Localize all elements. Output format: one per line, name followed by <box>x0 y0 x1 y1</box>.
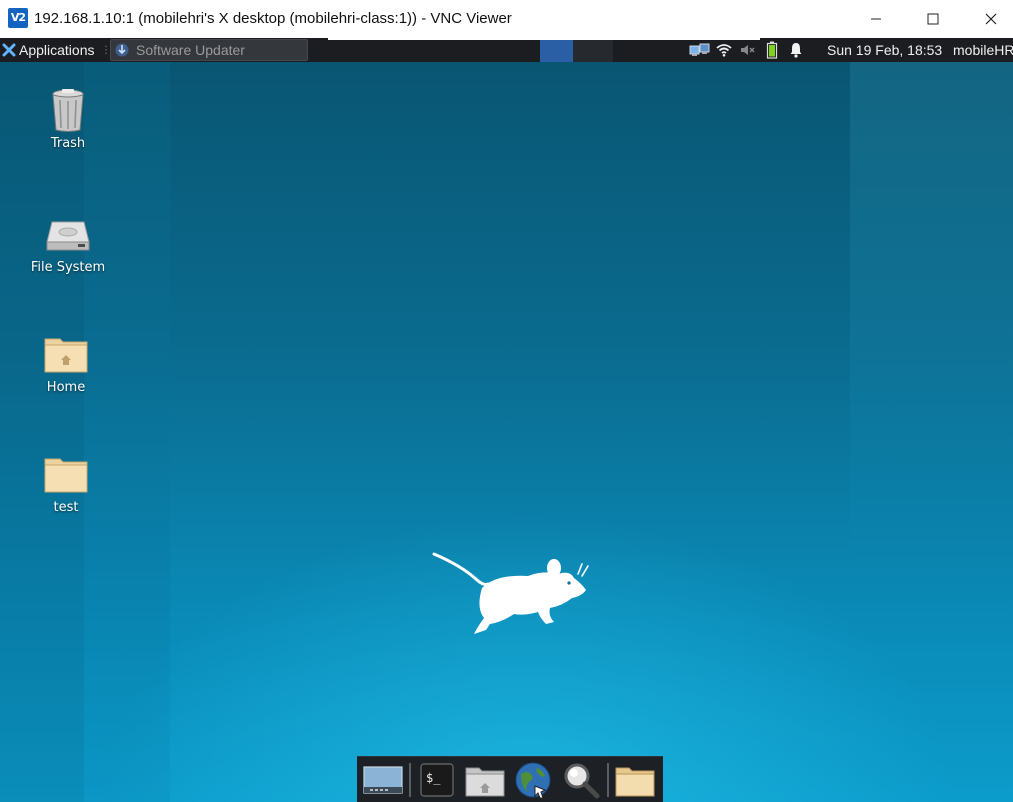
window-title: 192.168.1.10:1 (mobilehri's X desktop (m… <box>34 10 512 27</box>
panel-clock[interactable]: Sun 19 Feb, 18:53 <box>827 42 942 58</box>
workspace-switcher-1[interactable] <box>540 40 573 62</box>
network-manager-icon[interactable] <box>688 38 712 62</box>
maximize-icon <box>927 13 939 25</box>
home-folder-icon <box>465 767 505 796</box>
system-tray <box>688 38 808 62</box>
home-folder-icon <box>44 338 88 373</box>
volume-muted-icon[interactable] <box>736 38 760 62</box>
desktop-icon-label: Trash <box>50 136 86 151</box>
battery-icon[interactable] <box>760 38 784 62</box>
taskbar-button-label: Software Updater <box>136 42 245 58</box>
vnc-window-titlebar[interactable]: V2 192.168.1.10:1 (mobilehri's X desktop… <box>0 0 1013 38</box>
desktop-icon-file-system[interactable]: File System <box>18 210 118 275</box>
terminal-icon: $_ <box>420 762 454 797</box>
app-finder-button[interactable] <box>557 758 605 802</box>
xfce-dock-panel: $_ <box>357 756 663 802</box>
software-updater-icon <box>115 43 129 57</box>
user-menu[interactable]: mobileHR <box>953 42 1013 58</box>
applications-menu-label: Applications <box>19 42 95 58</box>
search-icon <box>564 763 600 798</box>
xfce-top-panel: Applications ⋮ Software Updater Sun 19 F… <box>0 38 1013 62</box>
web-browser-icon <box>515 762 551 798</box>
wifi-icon[interactable] <box>712 38 736 62</box>
terminal-prompt: $_ <box>426 771 441 785</box>
maximize-button[interactable] <box>904 0 962 38</box>
xfce-logo-icon <box>2 43 16 57</box>
web-browser-button[interactable] <box>509 758 557 802</box>
minimize-button[interactable] <box>847 0 905 38</box>
workspace-switcher-2[interactable] <box>573 40 613 62</box>
folder-icon <box>44 458 88 493</box>
trash-icon <box>52 89 84 132</box>
wallpaper-band <box>0 62 84 802</box>
dock-separator <box>409 762 411 797</box>
file-manager-button[interactable] <box>611 758 659 802</box>
file-manager-icon <box>615 767 655 796</box>
desktop-icon-test[interactable]: test <box>16 450 116 515</box>
wallpaper-band <box>170 62 850 802</box>
show-desktop-icon <box>363 765 403 794</box>
desktop-icon-label: test <box>53 500 79 515</box>
vnc-logo-icon: V2 <box>8 8 28 28</box>
desktop[interactable]: Trash File System Home test <box>0 62 1013 802</box>
terminal-button[interactable]: $_ <box>413 758 461 802</box>
dock-separator <box>607 762 609 797</box>
applications-menu-button[interactable]: Applications <box>0 38 95 62</box>
desktop-icon-label: Home <box>46 380 86 395</box>
wallpaper-band <box>850 62 1013 802</box>
show-desktop-button[interactable] <box>359 758 407 802</box>
desktop-icon-trash[interactable]: Trash <box>18 86 118 151</box>
close-button[interactable] <box>962 0 1013 38</box>
home-folder-button[interactable] <box>461 758 509 802</box>
wallpaper-band <box>84 62 170 802</box>
close-icon <box>985 13 997 25</box>
desktop-icon-home[interactable]: Home <box>16 330 116 395</box>
taskbar-button-software-updater[interactable]: Software Updater <box>110 39 308 61</box>
desktop-icon-label: File System <box>30 260 106 275</box>
minimize-icon <box>871 18 881 20</box>
xfce-mouse-logo-icon <box>432 552 589 634</box>
hard-drive-icon <box>46 221 90 251</box>
notification-bell-icon[interactable] <box>784 38 808 62</box>
